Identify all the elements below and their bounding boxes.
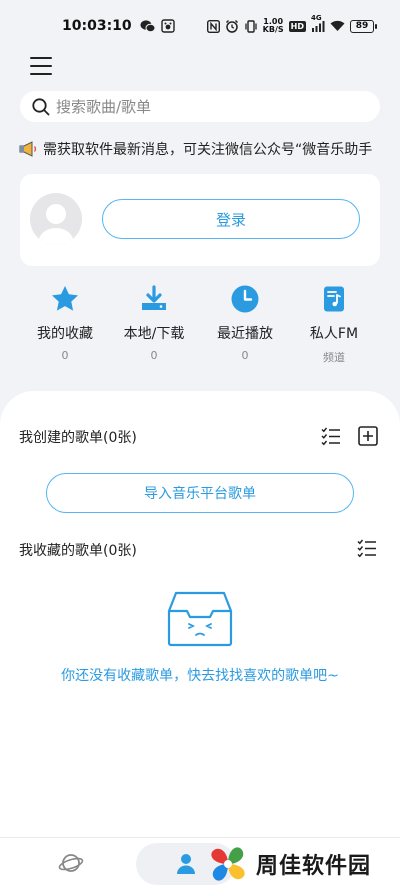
quick-label-recent: 最近播放 (217, 326, 273, 342)
battery-icon: 89 (350, 19, 377, 33)
add-playlist-icon[interactable] (358, 426, 378, 446)
watermark: 周佳软件园 (206, 842, 400, 886)
user-icon (177, 854, 195, 874)
manage-list-icon[interactable] (321, 426, 341, 446)
search-input[interactable] (56, 97, 356, 116)
quick-label-local-download: 本地/下载 (123, 326, 185, 342)
watermark-text: 周佳软件园 (256, 854, 372, 879)
alarm-icon (225, 19, 239, 33)
clock-icon (231, 285, 259, 313)
quick-count-local-download: 0 (150, 349, 158, 362)
quick-item-favorites[interactable]: 我的收藏 0 (20, 284, 110, 362)
status-time: 10:03:10 (62, 18, 132, 34)
net-speed: 1.00 KB/S (263, 18, 284, 34)
net-speed-unit: KB/S (262, 25, 284, 34)
collected-playlists-title: 我收藏的歌单(0张) (19, 543, 137, 559)
login-button[interactable]: 登录 (102, 199, 360, 239)
playlist-panel: 我创建的歌单(0张) 导入音乐平台歌单 我收藏的歌单(0张) 你还没有收藏歌单，… (0, 391, 400, 837)
quick-count-recent: 0 (241, 349, 249, 362)
quick-count-private-fm: 频道 (323, 351, 345, 364)
quick-item-local-download[interactable]: 本地/下载 0 (109, 284, 199, 362)
quick-label-favorites: 我的收藏 (37, 326, 93, 342)
avatar[interactable] (30, 193, 82, 245)
star-icon (52, 286, 78, 311)
quick-label-private-fm: 私人FM (309, 326, 359, 342)
empty-box-icon (167, 591, 233, 647)
quick-item-private-fm[interactable]: 私人FM 频道 (289, 284, 379, 365)
notice-bar: 需获取软件最新消息，可关注微信公众号“微音乐助手 (18, 137, 400, 161)
signal-icon: 4G (311, 14, 325, 32)
quick-item-recent[interactable]: 最近播放 0 (200, 284, 290, 362)
wechat-icon (140, 19, 156, 33)
pinwheel-logo-icon (211, 847, 245, 881)
user-card: 登录 (20, 174, 380, 266)
signal-label: 4G (311, 14, 322, 22)
vibrate-icon (244, 19, 258, 33)
nfc-icon (206, 19, 220, 33)
baidu-icon (160, 19, 175, 33)
battery-level: 89 (355, 21, 369, 31)
wifi-icon (330, 20, 345, 32)
search-icon (32, 97, 50, 115)
empty-playlists-message: 你还没有收藏歌单，快去找找喜欢的歌单吧~ (61, 668, 339, 684)
search-bar[interactable] (20, 91, 380, 122)
download-icon (142, 285, 166, 310)
quick-count-favorites: 0 (61, 349, 69, 362)
status-bar: 10:03:10 1.00 KB/S HD 4G 89 (0, 0, 400, 52)
music-note-icon (324, 286, 344, 312)
quick-actions: 我的收藏 0 本地/下载 0 最近播放 0 私人FM 频道 (0, 284, 400, 366)
planet-icon[interactable] (58, 850, 84, 876)
default-avatar-icon (38, 204, 74, 245)
megaphone-icon (19, 141, 37, 157)
created-playlists-title: 我创建的歌单(0张) (19, 430, 137, 446)
manage-collected-icon[interactable] (357, 538, 377, 558)
notice-text: 需获取软件最新消息，可关注微信公众号“微音乐助手 (43, 142, 373, 158)
hd-icon: HD (288, 20, 306, 32)
menu-icon[interactable] (30, 57, 52, 75)
import-playlist-button[interactable]: 导入音乐平台歌单 (46, 473, 354, 513)
